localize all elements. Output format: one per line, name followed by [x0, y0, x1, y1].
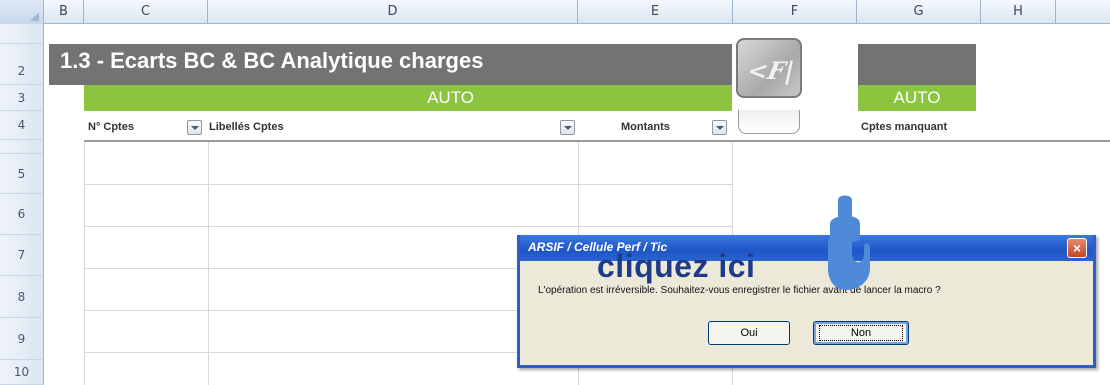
- column-header-c[interactable]: C: [84, 0, 208, 24]
- auto-label: AUTO: [427, 88, 474, 107]
- row-header-6[interactable]: 6: [0, 194, 44, 235]
- row-header-3[interactable]: 3: [0, 85, 44, 111]
- header-comptes: N° Cptes: [88, 121, 134, 133]
- column-header-b[interactable]: B: [44, 0, 84, 24]
- column-header-bar: B C D E F G H: [0, 0, 1110, 24]
- grid-line: [84, 226, 733, 227]
- row-header-2[interactable]: 2: [0, 44, 44, 85]
- dialog-message: L'opération est irréversible. Souhaitez-…: [538, 285, 941, 296]
- header-underline: [84, 140, 1110, 142]
- sheet-title: 1.3 - Ecarts BC & BC Analytique charges: [60, 48, 484, 73]
- filter-dropdown-montants[interactable]: [712, 120, 727, 135]
- row-header-4[interactable]: 4: [0, 111, 44, 140]
- title-banner-g: [858, 44, 976, 85]
- pointing-hand-icon: [828, 195, 870, 290]
- logo-mark: <F|: [744, 56, 797, 85]
- column-header-d[interactable]: D: [208, 0, 578, 24]
- grid-line: [208, 140, 209, 385]
- row-header-5[interactable]: 5: [0, 154, 44, 194]
- column-header-e[interactable]: E: [578, 0, 733, 24]
- header-libelles: Libellés Cptes: [209, 121, 284, 133]
- filter-dropdown-libelles[interactable]: [560, 120, 575, 135]
- header-manquant: Cptes manquant: [861, 121, 948, 133]
- yes-button[interactable]: Oui: [708, 321, 790, 345]
- grid-line: [84, 140, 85, 385]
- header-montants: Montants: [621, 121, 670, 133]
- row-header-8[interactable]: 8: [0, 276, 44, 318]
- row-header-10[interactable]: 10: [0, 360, 44, 385]
- row-header-gap: [0, 140, 44, 154]
- grid-line: [84, 184, 733, 185]
- column-header-g[interactable]: G: [857, 0, 981, 24]
- row-header-1[interactable]: [0, 24, 44, 44]
- auto-label-g: AUTO: [858, 85, 976, 111]
- filter-dropdown-comptes[interactable]: [187, 120, 202, 135]
- no-button-label: Non: [850, 327, 872, 339]
- row-header-9[interactable]: 9: [0, 318, 44, 360]
- click-here-annotation: cliquez ici: [597, 248, 756, 284]
- no-button[interactable]: Non: [813, 321, 909, 345]
- select-all-corner[interactable]: [0, 0, 44, 24]
- column-header-f[interactable]: F: [733, 0, 857, 24]
- arsif-logo-icon[interactable]: <F|: [736, 38, 802, 98]
- logo-reflection: [738, 110, 800, 134]
- close-icon[interactable]: ×: [1067, 238, 1087, 258]
- column-header-h[interactable]: H: [981, 0, 1056, 24]
- row-header-7[interactable]: 7: [0, 235, 44, 276]
